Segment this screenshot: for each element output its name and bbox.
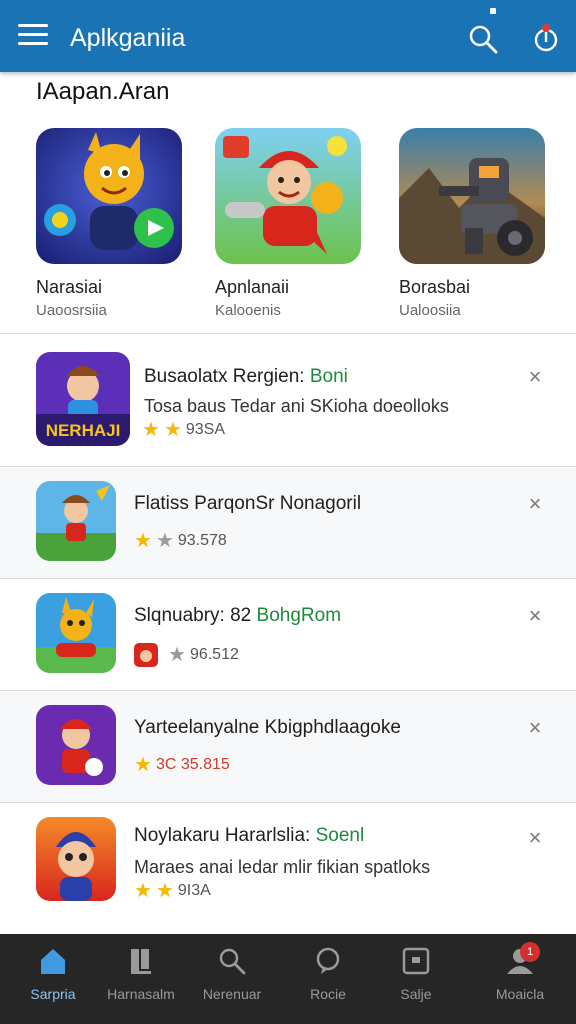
nav-item-library[interactable]: Harnasalm <box>93 934 189 1024</box>
featured-name: Apnlanaii <box>215 277 290 297</box>
game-icon: NERHAJI <box>36 352 130 446</box>
list-item[interactable]: Slqnuabry: 82 BohgRom ★ 96.512 × <box>0 579 576 690</box>
item-title: Flatiss ParqonSr Nonagoril <box>134 493 362 514</box>
bottom-navigation: Sarpria Harnasalm Nerenuar Rocie Salje M… <box>0 934 576 1024</box>
search-icon <box>219 948 246 975</box>
featured-subtitle: Uaoosrsiia <box>36 302 107 319</box>
game-icon <box>36 481 116 561</box>
top-app-bar: Aplkganiia <box>0 0 576 72</box>
notification-badge: 1 <box>520 942 540 962</box>
nav-item-chat[interactable]: Rocie <box>280 934 376 1024</box>
star-icon: ★ <box>168 644 186 666</box>
nav-label: Rocie <box>310 986 346 1002</box>
nav-label: Harnasalm <box>107 986 175 1002</box>
featured-card[interactable]: Borasbai Ualoosiia <box>399 128 549 319</box>
game-icon <box>36 705 116 785</box>
item-rating: ★ 96.512 <box>134 643 239 667</box>
list-item[interactable]: Noylakaru Hararlslia: Soenl Maraes anai … <box>0 803 576 931</box>
star-icon: ★ <box>163 419 182 441</box>
item-title: Yarteelanyalne Kbigphdlaagoke <box>134 717 401 738</box>
star-icon: ★ <box>155 880 174 902</box>
status-dot <box>490 8 496 14</box>
game-icon <box>36 593 116 673</box>
nav-label: Salje <box>400 986 432 1002</box>
featured-subtitle: Kalooenis <box>215 302 281 319</box>
item-title: Slqnuabry: 82 BohgRom <box>134 605 342 626</box>
item-title: Busaolatx Rergien: Boni <box>144 366 348 387</box>
mech-robot-art <box>399 128 545 264</box>
game-icon <box>36 817 116 901</box>
dismiss-icon[interactable]: × <box>524 717 546 739</box>
dismiss-icon[interactable]: × <box>524 827 546 849</box>
star-icon: ★ <box>134 754 152 776</box>
library-icon <box>131 949 151 974</box>
featured-carousel: Narasiai Uaoosrsiia Apnlanaii Kalooenis <box>0 128 576 320</box>
red-helmet-kid-art <box>215 128 361 264</box>
media-icon <box>402 947 430 975</box>
nav-label: Moaicla <box>495 986 545 1002</box>
star-icon: ★ <box>134 530 152 552</box>
featured-name: Borasbai <box>399 277 471 297</box>
app-title: Aplkganiia <box>70 24 186 52</box>
list-item[interactable]: NERHAJI Busaolatx Rergien: Boni Tosa bau… <box>0 334 576 466</box>
item-rating: ★ ★ 9I3A <box>134 880 211 902</box>
notification-icon[interactable] <box>530 22 562 54</box>
search-icon[interactable] <box>468 24 498 54</box>
hamburger-menu-icon[interactable] <box>18 24 48 48</box>
nav-label: Sarpria <box>30 986 76 1002</box>
dismiss-icon[interactable]: × <box>524 605 546 627</box>
featured-card[interactable]: Narasiai Uaoosrsiia <box>36 128 186 319</box>
featured-subtitle: Ualoosiia <box>399 302 461 319</box>
item-description: Tosa baus Tedar ani SKioha doeolloks <box>144 396 449 416</box>
list-item[interactable]: Flatiss ParqonSr Nonagoril ★ ★ 93.578 × <box>0 467 576 578</box>
item-rating: ★ ★ 93.578 <box>134 530 227 552</box>
featured-card[interactable]: Apnlanaii Kalooenis <box>215 128 365 319</box>
section-title: IAapan.Aran <box>36 78 170 105</box>
star-icon: ★ <box>134 880 152 902</box>
icon-caption: NERHAJI <box>46 421 121 440</box>
home-icon <box>41 949 65 974</box>
nav-item-search[interactable]: Nerenuar <box>184 934 280 1024</box>
nav-item-media[interactable]: Salje <box>368 934 464 1024</box>
list-item[interactable]: Yarteelanyalne Kbigphdlaagoke ★ 3C 35.81… <box>0 691 576 802</box>
item-description: Maraes anai ledar mlir fikian spatloks <box>134 857 431 877</box>
star-icon: ★ <box>142 419 160 441</box>
mini-game-icon <box>134 643 158 667</box>
item-title: Noylakaru Hararlslia: Soenl <box>134 825 365 846</box>
dismiss-icon[interactable]: × <box>524 493 546 515</box>
cartoon-cat-hero-art <box>36 128 182 264</box>
nav-item-home[interactable]: Sarpria <box>5 934 101 1024</box>
featured-name: Narasiai <box>36 277 103 297</box>
item-rating: ★ ★ 93SA <box>142 419 226 441</box>
nav-label: Nerenuar <box>202 986 262 1002</box>
star-icon: ★ <box>155 530 174 552</box>
item-rating: ★ 3C 35.815 <box>134 754 230 776</box>
chat-icon <box>316 947 340 974</box>
dismiss-icon[interactable]: × <box>524 366 546 388</box>
